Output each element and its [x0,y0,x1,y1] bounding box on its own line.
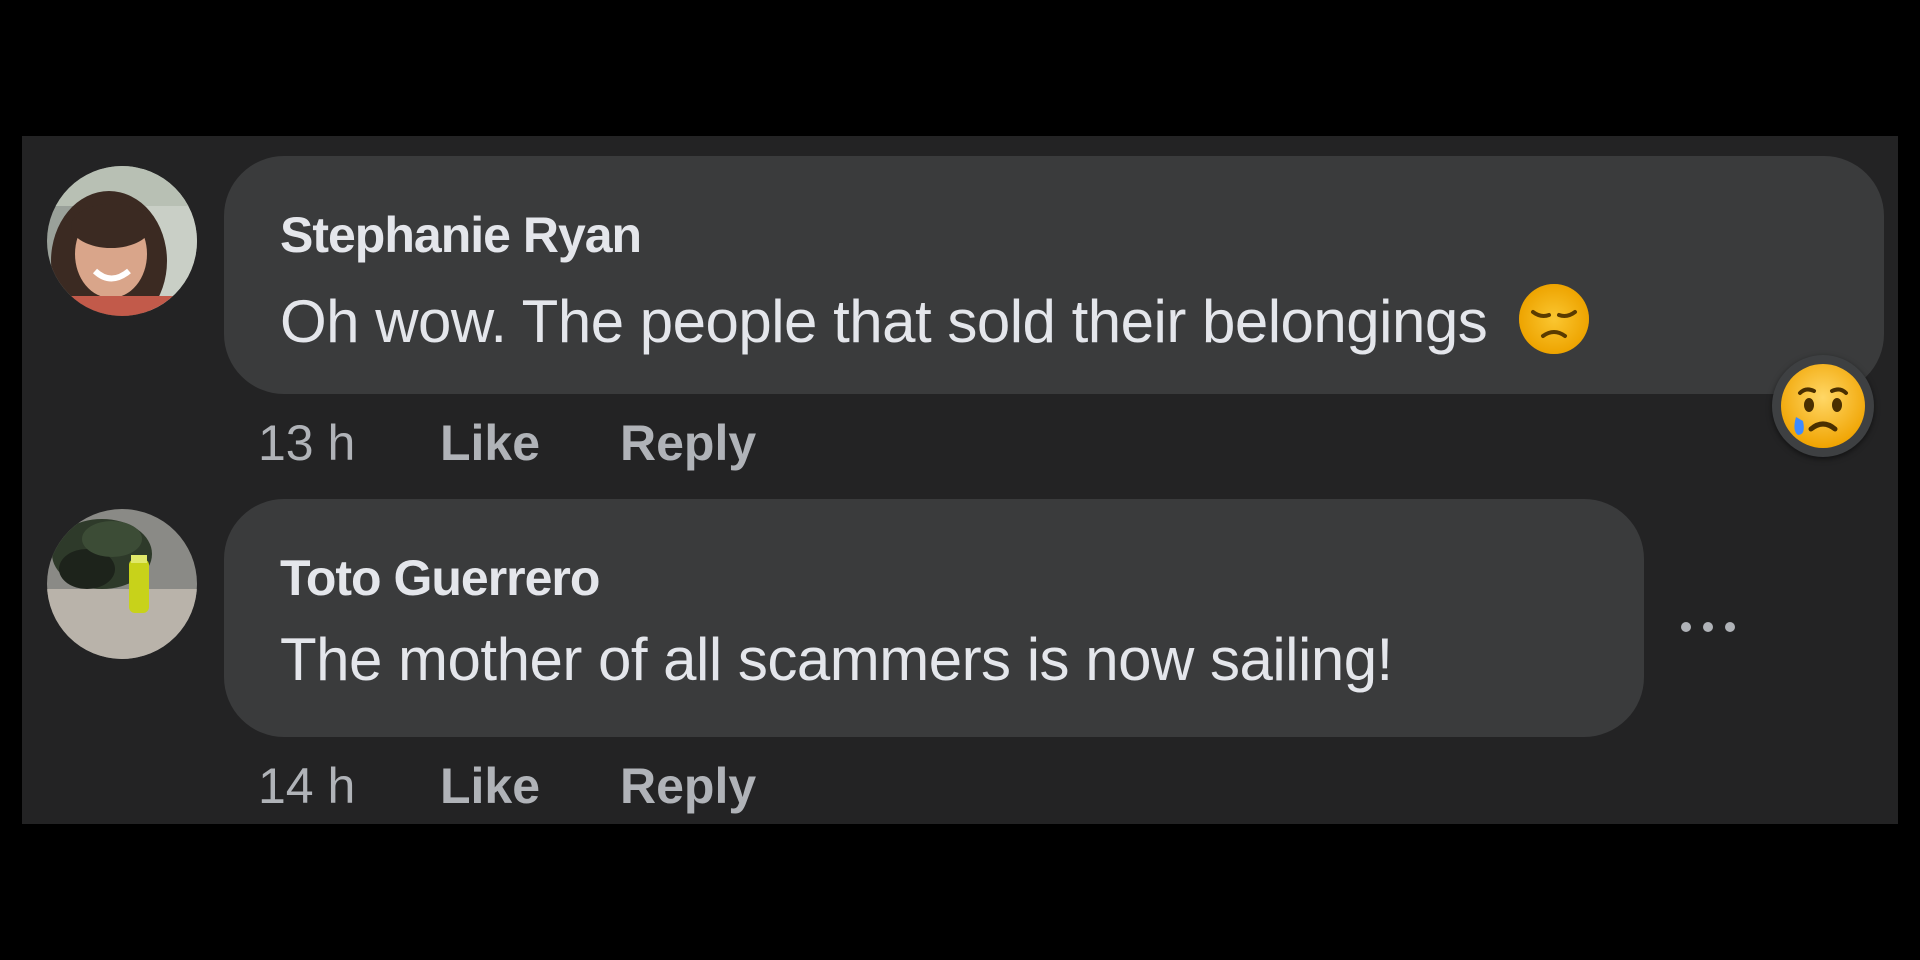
comment-text: Oh wow. The people that sold their belon… [280,282,1591,370]
comment-bubble: Stephanie Ryan Oh wow. The people that s… [224,156,1884,394]
comment-bubble: Toto Guerrero The mother of all scammers… [224,499,1644,737]
like-button[interactable]: Like [440,757,540,815]
reply-button[interactable]: Reply [620,757,756,815]
avatar-image [47,509,197,659]
comment-author[interactable]: Toto Guerrero [280,549,600,607]
avatar-stephanie-ryan[interactable] [47,166,197,316]
avatar-image [47,166,197,316]
avatar-toto-guerrero[interactable] [47,509,197,659]
reaction-badge[interactable] [1772,355,1874,457]
comment-timestamp[interactable]: 14 h [258,757,355,815]
sad-face-emoji-icon [1517,282,1591,370]
comment-text: The mother of all scammers is now sailin… [280,626,1393,693]
comment-timestamp[interactable]: 13 h [258,414,355,472]
sad-crying-reaction-icon [1781,364,1865,448]
comment-text-content: Oh wow. The people that sold their belon… [280,287,1488,355]
more-options-icon[interactable] [1678,606,1738,646]
comments-panel: Stephanie Ryan Oh wow. The people that s… [22,136,1898,824]
reply-button[interactable]: Reply [620,414,756,472]
like-button[interactable]: Like [440,414,540,472]
comment-author[interactable]: Stephanie Ryan [280,206,642,264]
